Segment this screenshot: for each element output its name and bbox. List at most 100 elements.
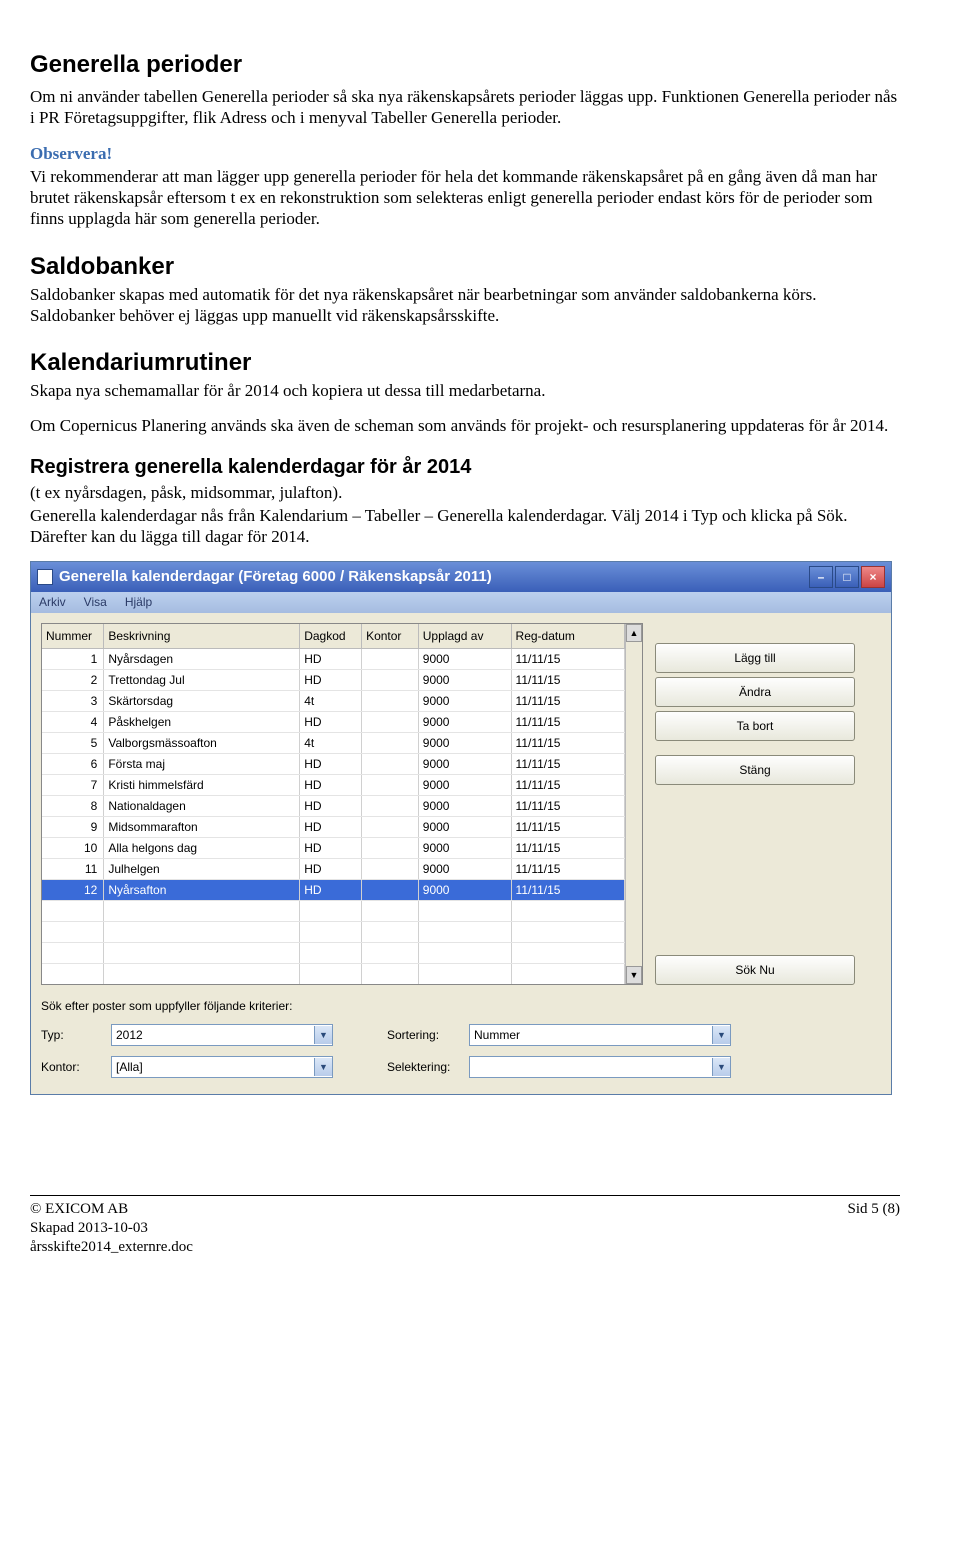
menu-visa[interactable]: Visa [84, 595, 107, 610]
table-row-empty [42, 922, 625, 943]
kontor-label: Kontor: [41, 1060, 99, 1075]
paragraph: Saldobanker skapas med automatik för det… [30, 284, 900, 327]
cell-dagkod: HD [300, 649, 362, 670]
menu-hjalp[interactable]: Hjälp [125, 595, 152, 610]
cell-nummer: 2 [42, 670, 104, 691]
cell-kontor [362, 691, 419, 712]
table-row-empty [42, 943, 625, 964]
scrollbar[interactable]: ▲ ▼ [625, 624, 642, 984]
cell-dagkod: HD [300, 712, 362, 733]
cell-kontor [362, 733, 419, 754]
table-row[interactable]: 9MidsommaraftonHD900011/11/15 [42, 817, 625, 838]
calendar-table[interactable]: Nummer Beskrivning Dagkod Kontor Upplagd… [42, 624, 625, 984]
cell-upplagd: 9000 [418, 880, 511, 901]
chevron-down-icon[interactable]: ▼ [712, 1026, 730, 1044]
cell-beskrivning: Skärtorsdag [104, 691, 300, 712]
table-row[interactable]: 10Alla helgons dagHD900011/11/15 [42, 838, 625, 859]
table-row-empty [42, 964, 625, 985]
cell-kontor [362, 754, 419, 775]
footer-created: Skapad 2013-10-03 [30, 1219, 193, 1238]
delete-button[interactable]: Ta bort [655, 711, 855, 741]
cell-regdatum: 11/11/15 [511, 649, 624, 670]
maximize-button[interactable]: □ [835, 566, 859, 588]
table-row[interactable]: 4PåskhelgenHD900011/11/15 [42, 712, 625, 733]
paragraph: Skapa nya schemamallar för år 2014 och k… [30, 380, 900, 401]
paragraph: Om Copernicus Planering används ska även… [30, 415, 900, 436]
cell-beskrivning: Första maj [104, 754, 300, 775]
chevron-down-icon[interactable]: ▼ [314, 1058, 332, 1076]
scroll-up-button[interactable]: ▲ [626, 624, 642, 642]
col-regdatum[interactable]: Reg-datum [511, 624, 624, 649]
cell-upplagd: 9000 [418, 859, 511, 880]
sortering-value: Nummer [470, 1028, 712, 1043]
menu-arkiv[interactable]: Arkiv [39, 595, 66, 610]
chevron-down-icon[interactable]: ▼ [712, 1058, 730, 1076]
cell-beskrivning: Midsommarafton [104, 817, 300, 838]
table-row[interactable]: 12NyårsaftonHD900011/11/15 [42, 880, 625, 901]
cell-upplagd: 9000 [418, 838, 511, 859]
cell-regdatum: 11/11/15 [511, 691, 624, 712]
cell-beskrivning: Trettondag Jul [104, 670, 300, 691]
table-container: Nummer Beskrivning Dagkod Kontor Upplagd… [41, 623, 643, 985]
paragraph: Vi rekommenderar att man lägger upp gene… [30, 166, 900, 230]
cell-upplagd: 9000 [418, 691, 511, 712]
table-row[interactable]: 2Trettondag JulHD900011/11/15 [42, 670, 625, 691]
cell-nummer: 5 [42, 733, 104, 754]
selektering-label: Selektering: [387, 1060, 457, 1075]
paragraph: (t ex nyårsdagen, påsk, midsommar, julaf… [30, 482, 900, 503]
minimize-button[interactable]: – [809, 566, 833, 588]
cell-regdatum: 11/11/15 [511, 838, 624, 859]
cell-kontor [362, 817, 419, 838]
cell-kontor [362, 880, 419, 901]
table-row[interactable]: 11JulhelgenHD900011/11/15 [42, 859, 625, 880]
cell-beskrivning: Nyårsafton [104, 880, 300, 901]
cell-nummer: 1 [42, 649, 104, 670]
heading-saldobanker: Saldobanker [30, 252, 900, 282]
close-button[interactable]: Stäng [655, 755, 855, 785]
cell-beskrivning: Nyårsdagen [104, 649, 300, 670]
footer-page: Sid 5 (8) [848, 1200, 901, 1256]
cell-dagkod: HD [300, 754, 362, 775]
chevron-down-icon[interactable]: ▼ [314, 1026, 332, 1044]
table-row[interactable]: 5Valborgsmässoafton4t900011/11/15 [42, 733, 625, 754]
table-row[interactable]: 7Kristi himmelsfärdHD900011/11/15 [42, 775, 625, 796]
edit-button[interactable]: Ändra [655, 677, 855, 707]
cell-upplagd: 9000 [418, 670, 511, 691]
table-row[interactable]: 6Första majHD900011/11/15 [42, 754, 625, 775]
cell-beskrivning: Valborgsmässoafton [104, 733, 300, 754]
cell-nummer: 3 [42, 691, 104, 712]
col-upplagd[interactable]: Upplagd av [418, 624, 511, 649]
sortering-combo[interactable]: Nummer ▼ [469, 1024, 731, 1046]
cell-dagkod: HD [300, 796, 362, 817]
cell-regdatum: 11/11/15 [511, 754, 624, 775]
col-kontor[interactable]: Kontor [362, 624, 419, 649]
app-window: Generella kalenderdagar (Företag 6000 / … [30, 561, 892, 1095]
selektering-combo[interactable]: ▼ [469, 1056, 731, 1078]
cell-upplagd: 9000 [418, 712, 511, 733]
cell-regdatum: 11/11/15 [511, 817, 624, 838]
typ-combo[interactable]: 2012 ▼ [111, 1024, 333, 1046]
search-panel: Sök efter poster som uppfyller följande … [31, 995, 891, 1094]
menubar: Arkiv Visa Hjälp [31, 592, 891, 613]
table-row[interactable]: 8NationaldagenHD900011/11/15 [42, 796, 625, 817]
table-row[interactable]: 1NyårsdagenHD900011/11/15 [42, 649, 625, 670]
window-close-button[interactable]: × [861, 566, 885, 588]
col-dagkod[interactable]: Dagkod [300, 624, 362, 649]
heading-kalendariumrutiner: Kalendariumrutiner [30, 348, 900, 378]
kontor-combo[interactable]: [Alla] ▼ [111, 1056, 333, 1078]
cell-kontor [362, 670, 419, 691]
cell-regdatum: 11/11/15 [511, 733, 624, 754]
table-row[interactable]: 3Skärtorsdag4t 900011/11/15 [42, 691, 625, 712]
cell-dagkod: 4t [300, 691, 362, 712]
app-icon [37, 569, 53, 585]
cell-dagkod: HD [300, 670, 362, 691]
observera-label: Observera! [30, 144, 112, 163]
add-button[interactable]: Lägg till [655, 643, 855, 673]
col-beskrivning[interactable]: Beskrivning [104, 624, 300, 649]
search-button[interactable]: Sök Nu [655, 955, 855, 985]
col-nummer[interactable]: Nummer [42, 624, 104, 649]
typ-value: 2012 [112, 1028, 314, 1043]
table-row-empty [42, 901, 625, 922]
scroll-down-button[interactable]: ▼ [626, 966, 642, 984]
cell-kontor [362, 649, 419, 670]
